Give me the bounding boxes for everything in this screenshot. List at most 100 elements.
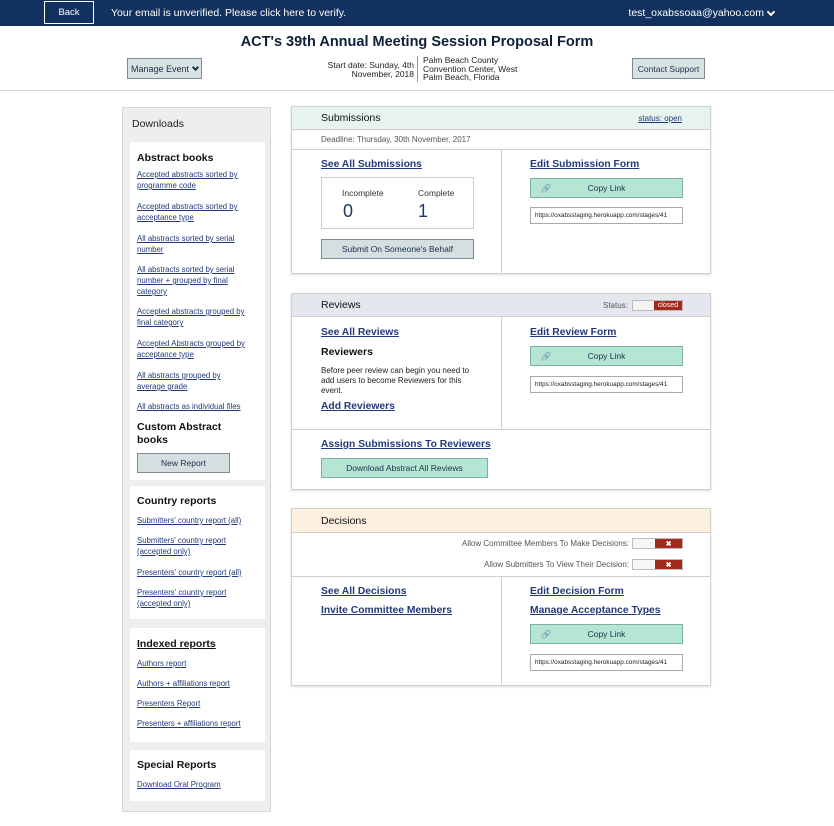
reviews-status-label: Status:	[603, 301, 628, 310]
country-reports-card: Country reports Submitters' country repo…	[130, 486, 265, 619]
assign-submissions-link[interactable]: Assign Submissions To Reviewers	[321, 439, 491, 450]
back-button[interactable]: Back	[44, 1, 94, 24]
decisions-panel: Decisions Allow Committee Members To Mak…	[291, 508, 711, 686]
status-value-badge: closed	[654, 301, 682, 310]
user-menu[interactable]: test_oxabssoaa@yahoo.com	[628, 7, 776, 19]
decisions-title: Decisions	[321, 515, 367, 527]
indexed-reports-card: Indexed reports Authors report Authors +…	[130, 628, 265, 742]
copy-link-label: Copy Link	[587, 183, 626, 193]
allow-submitters-label: Allow Submitters To View Their Decision:	[484, 560, 629, 569]
download-link[interactable]: Submitters' country report (all)	[137, 515, 262, 526]
divider	[292, 532, 710, 533]
see-all-decisions-link[interactable]: See All Decisions	[321, 586, 406, 597]
incomplete-label: Incomplete	[342, 188, 384, 198]
page-title: ACT's 39th Annual Meeting Session Propos…	[240, 34, 594, 50]
header-divider	[0, 90, 834, 91]
download-link[interactable]: Authors + affiliations report	[137, 678, 230, 689]
allow-submitters-toggle[interactable]: ✖	[632, 559, 683, 570]
top-bar: Back Your email is unverified. Please cl…	[0, 0, 834, 26]
download-all-reviews-button[interactable]: Download Abstract All Reviews	[321, 458, 488, 478]
download-link[interactable]: Accepted abstracts sorted by acceptance …	[137, 201, 259, 223]
contact-support-button[interactable]: Contact Support	[632, 58, 705, 79]
download-link[interactable]: Presenters' country report (all)	[137, 567, 262, 578]
sidebar-title: Downloads	[132, 118, 184, 130]
submissions-title: Submissions	[321, 112, 381, 124]
close-icon: ✖	[655, 539, 682, 548]
download-link[interactable]: Submitters' country report (accepted onl…	[137, 535, 247, 557]
download-link[interactable]: Presenters Report	[137, 698, 200, 709]
download-link[interactable]: Accepted abstracts sorted by programme c…	[137, 169, 259, 191]
link-icon: 🔗	[541, 184, 551, 193]
submissions-status-link[interactable]: status: open	[638, 114, 682, 123]
reviews-panel: Reviews Status: closed See All Reviews R…	[291, 293, 711, 490]
custom-abstract-books-heading: Custom Abstract books	[137, 421, 222, 446]
review-url-field[interactable]: https://oxabsstaging.herokuapp.com/stage…	[530, 376, 683, 393]
manage-event-button[interactable]: Manage Event	[127, 58, 202, 79]
new-report-button[interactable]: New Report	[137, 453, 230, 473]
toggle-knob	[633, 539, 655, 548]
invite-committee-link[interactable]: Invite Committee Members	[321, 605, 452, 616]
download-link[interactable]: Authors report	[137, 658, 186, 669]
allow-committee-toggle[interactable]: ✖	[632, 538, 683, 549]
column-divider	[501, 316, 502, 429]
divider	[292, 429, 710, 430]
abstract-books-heading: Abstract books	[137, 152, 214, 164]
download-link[interactable]: Presenters + affiliations report	[137, 718, 241, 729]
submissions-deadline: Deadline: Thursday, 30th November, 2017	[321, 135, 471, 144]
add-reviewers-link[interactable]: Add Reviewers	[321, 401, 395, 412]
column-divider	[501, 149, 502, 274]
see-all-submissions-link[interactable]: See All Submissions	[321, 159, 422, 170]
download-link[interactable]: All abstracts sorted by serial number + …	[137, 264, 255, 297]
reviews-status-toggle[interactable]: closed	[632, 300, 683, 311]
copy-link-label: Copy Link	[587, 351, 626, 361]
submissions-panel: Submissions status: open Deadline: Thurs…	[291, 106, 711, 274]
incomplete-count[interactable]: 0	[343, 201, 353, 222]
close-icon: ✖	[655, 560, 682, 569]
submission-url-field[interactable]: https://oxabsstaging.herokuapp.com/stage…	[530, 207, 683, 224]
download-link[interactable]: Accepted abstracts grouped by final cate…	[137, 306, 255, 328]
reviews-header: Reviews Status: closed	[292, 294, 710, 316]
special-reports-card: Special Reports Download Oral Program	[130, 750, 265, 801]
download-link[interactable]: All abstracts sorted by serial number	[137, 233, 255, 255]
downloads-sidebar: Downloads Abstract books Accepted abstra…	[122, 107, 271, 812]
reviewers-heading: Reviewers	[321, 346, 373, 358]
copy-link-button[interactable]: 🔗 Copy Link	[530, 178, 683, 198]
edit-review-form-link[interactable]: Edit Review Form	[530, 327, 616, 338]
copy-link-button[interactable]: 🔗 Copy Link	[530, 624, 683, 644]
divider	[292, 129, 710, 130]
manage-event-label: Manage Event	[130, 63, 190, 74]
edit-submission-form-link[interactable]: Edit Submission Form	[530, 159, 639, 170]
see-all-reviews-link[interactable]: See All Reviews	[321, 327, 399, 338]
decisions-header: Decisions	[292, 509, 710, 532]
complete-label: Complete	[418, 188, 455, 198]
download-link[interactable]: All abstracts as individual files	[137, 401, 262, 412]
event-venue: Palm Beach County Convention Center, Wes…	[417, 56, 527, 82]
download-link[interactable]: Download Oral Program	[137, 779, 221, 790]
abstract-books-card: Abstract books Accepted abstracts sorted…	[130, 142, 265, 480]
toggle-knob	[633, 560, 655, 569]
complete-count[interactable]: 1	[418, 201, 428, 222]
user-email: test_oxabssoaa@yahoo.com	[628, 7, 764, 19]
allow-committee-label: Allow Committee Members To Make Decision…	[461, 539, 629, 548]
reviews-title: Reviews	[321, 299, 361, 311]
indexed-reports-heading: Indexed reports	[137, 638, 216, 650]
reviewers-help-text: Before peer review can begin you need to…	[321, 366, 470, 395]
download-link[interactable]: Accepted Abstracts grouped by acceptance…	[137, 338, 259, 360]
submit-on-behalf-button[interactable]: Submit On Someone's Behalf	[321, 239, 474, 259]
copy-link-label: Copy Link	[587, 629, 626, 639]
link-icon: 🔗	[541, 630, 551, 639]
copy-link-button[interactable]: 🔗 Copy Link	[530, 346, 683, 366]
country-reports-heading: Country reports	[137, 495, 217, 507]
chevron-down-icon	[191, 63, 200, 71]
download-link[interactable]: Presenters' country report (accepted onl…	[137, 587, 247, 609]
special-reports-heading: Special Reports	[137, 759, 217, 771]
download-link[interactable]: All abstracts grouped by average grade	[137, 370, 242, 392]
email-unverified-notice[interactable]: Your email is unverified. Please click h…	[111, 7, 346, 19]
submissions-header: Submissions status: open	[292, 107, 710, 129]
manage-acceptance-types-link[interactable]: Manage Acceptance Types	[530, 605, 660, 616]
decision-url-field[interactable]: https://oxabsstaging.herokuapp.com/stage…	[530, 654, 683, 671]
event-start-date: Start date: Sunday, 4th November, 2018	[327, 60, 414, 79]
chevron-down-icon	[766, 7, 776, 16]
edit-decision-form-link[interactable]: Edit Decision Form	[530, 586, 624, 597]
link-icon: 🔗	[541, 352, 551, 361]
